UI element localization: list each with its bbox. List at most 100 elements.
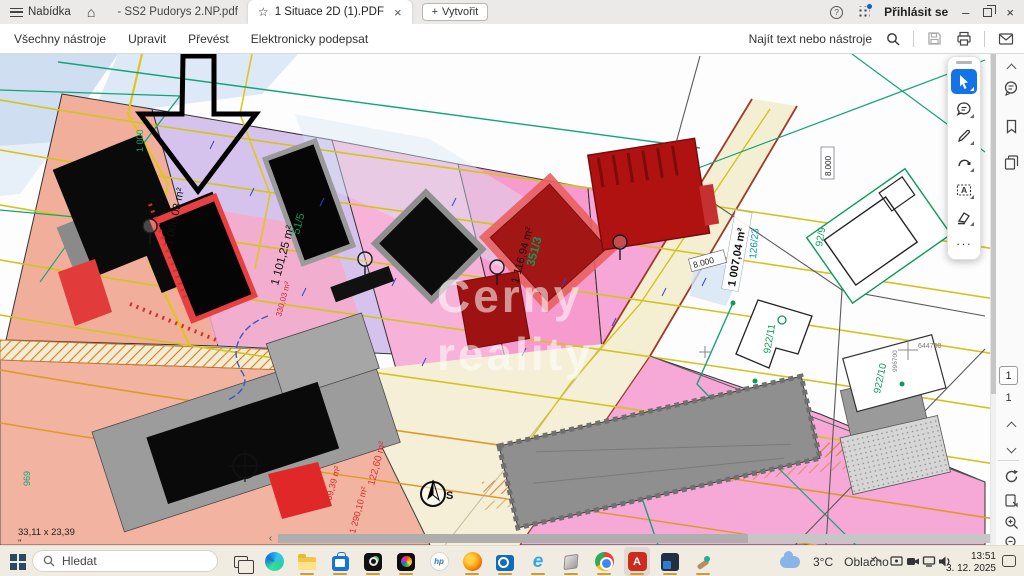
vscroll-thumb[interactable] [991, 54, 996, 394]
tab-situace-label: 1 Situace 2D (1).PDF [275, 6, 384, 18]
find-tools-label[interactable]: Najít text nebo nástroje [749, 32, 872, 46]
tray-cast-icon[interactable] [890, 546, 903, 576]
horizontal-scrollbar[interactable] [278, 534, 990, 543]
hp-app-icon[interactable]: hp [426, 547, 452, 576]
photos-app-icon[interactable] [393, 547, 419, 576]
home-icon[interactable]: ⌂ [87, 4, 95, 20]
zoom-in-button[interactable] [1001, 512, 1021, 532]
menu-convert[interactable]: Převést [188, 32, 229, 46]
tray-network-icon[interactable] [922, 546, 936, 576]
weather-condition: Oblačno [844, 555, 889, 569]
print-icon[interactable] [955, 30, 972, 47]
clock-time: 13:51 [946, 551, 996, 563]
tab-pudorys[interactable]: - SS2 Pudorys 2.NP.pdf [107, 0, 248, 24]
hscroll-thumb[interactable] [278, 534, 748, 543]
comment-tool-button[interactable] [951, 96, 977, 121]
close-tab-icon[interactable]: × [394, 5, 402, 20]
highlighter-tool-button[interactable] [951, 204, 977, 229]
coord-label-n: 996700 [892, 350, 899, 372]
taskbar-clock[interactable]: 13:51 3. 12. 2025 [946, 551, 996, 574]
menu-all-tools[interactable]: Všechny nástroje [14, 32, 106, 46]
site-plan-map[interactable]: S 1 000,03 m² 1 101,25 m² 1 116,94 m² 1 … [0, 54, 990, 545]
bookmarks-panel-icon[interactable] [1001, 116, 1021, 136]
3d-viewer-app-icon[interactable] [558, 547, 584, 576]
notification-center-button[interactable] [1002, 555, 1016, 567]
star-icon[interactable]: ☆ [258, 5, 269, 19]
save-icon[interactable] [926, 30, 943, 47]
tab-situace-active[interactable]: ☆ 1 Situace 2D (1).PDF × [248, 0, 412, 24]
camera-app-icon[interactable] [360, 547, 386, 576]
page-size-label: 33,11 x 23,39 " [18, 527, 79, 545]
palette-drag-handle[interactable] [956, 61, 972, 64]
parcel-label-1000: 1 000 [135, 129, 145, 152]
watermark-line1: Cerny [437, 270, 582, 322]
cloud-icon [780, 556, 800, 568]
more-tools-button[interactable]: ··· [951, 231, 977, 256]
windows-taskbar: Hledat hp e A 3°C Oblačno [0, 545, 1024, 576]
vertical-scrollbar[interactable] [991, 54, 996, 545]
task-view-button[interactable] [228, 547, 254, 576]
search-placeholder: Hledat [62, 554, 97, 568]
divider [998, 460, 1019, 461]
next-page-button[interactable] [1001, 438, 1021, 458]
page-total-label: 1 [999, 392, 1018, 404]
divider [913, 31, 914, 47]
parcel-label-969: 969 [22, 471, 32, 486]
comments-panel-icon[interactable] [1001, 78, 1021, 98]
page-number-input[interactable]: 1 [999, 366, 1018, 385]
restore-button[interactable] [983, 8, 992, 17]
previous-page-button[interactable] [1001, 416, 1021, 436]
collapse-panel-button[interactable] [1001, 58, 1021, 78]
acrobat-app-icon[interactable]: A [624, 547, 650, 576]
more-tools-icon: ··· [956, 236, 972, 251]
help-icon[interactable]: ? [830, 6, 843, 19]
internet-explorer-app-icon[interactable]: e [525, 547, 551, 576]
tab-pudorys-label: - SS2 Pudorys 2.NP.pdf [117, 6, 238, 18]
minimize-button[interactable]: – [962, 5, 969, 20]
coord-label-e: 644750 [918, 343, 941, 350]
hscroll-left-arrow[interactable]: ‹ [269, 533, 272, 544]
search-icon[interactable] [884, 30, 901, 47]
apps-grid-icon[interactable] [857, 6, 870, 19]
chrome-app-icon[interactable] [591, 547, 617, 576]
close-window-button[interactable]: × [1006, 5, 1014, 20]
tray-expand-button[interactable] [872, 546, 879, 576]
main-area: S 1 000,03 m² 1 101,25 m² 1 116,94 m² 1 … [0, 54, 1024, 545]
dimension-label-2: 8.000 [824, 155, 833, 176]
titlebar: Nabídka ⌂ - SS2 Pudorys 2.NP.pdf ☆ 1 Sit… [0, 0, 1024, 24]
taskbar-search-input[interactable]: Hledat [32, 550, 218, 572]
tray-camera-icon[interactable] [906, 546, 920, 576]
email-icon[interactable] [997, 30, 1014, 47]
word-app-icon[interactable] [657, 547, 683, 576]
menu-hamburger-icon[interactable] [10, 8, 23, 17]
store-app-icon[interactable] [327, 547, 353, 576]
export-page-button[interactable] [1001, 490, 1021, 510]
menu-edit[interactable]: Upravit [128, 32, 166, 46]
plus-icon: + [432, 6, 438, 18]
file-explorer-app-icon[interactable] [294, 547, 320, 576]
select-tool-button[interactable] [951, 69, 977, 94]
firefox-app-icon[interactable] [459, 547, 485, 576]
taskbar-apps: hp e A [228, 547, 716, 576]
edge-app-icon[interactable] [261, 547, 287, 576]
pencil-tool-button[interactable] [951, 123, 977, 148]
outlook-app-icon[interactable] [492, 547, 518, 576]
start-button[interactable] [10, 554, 26, 570]
weather-temp: 3°C [813, 555, 833, 569]
svg-text:A: A [961, 185, 967, 195]
right-rail: 1 1 [990, 54, 1024, 545]
rotate-page-button[interactable] [1001, 466, 1021, 486]
document-canvas[interactable]: S 1 000,03 m² 1 101,25 m² 1 116,94 m² 1 … [0, 54, 990, 545]
paint-app-icon[interactable] [690, 547, 716, 576]
clock-date: 3. 12. 2025 [946, 563, 996, 575]
create-button[interactable]: + Vytvořit [422, 3, 489, 21]
text-box-tool-button[interactable]: A [951, 177, 977, 202]
signin-button[interactable]: Přihlásit se [884, 5, 948, 19]
acrobat-window: Nabídka ⌂ - SS2 Pudorys 2.NP.pdf ☆ 1 Sit… [0, 0, 1024, 576]
divider [984, 31, 985, 47]
create-button-label: Vytvořit [442, 6, 478, 18]
draw-free-tool-button[interactable] [951, 150, 977, 175]
pages-panel-icon[interactable] [1001, 152, 1021, 172]
menu-button[interactable]: Nabídka [28, 6, 71, 18]
menu-esign[interactable]: Elektronicky podepsat [251, 32, 368, 46]
